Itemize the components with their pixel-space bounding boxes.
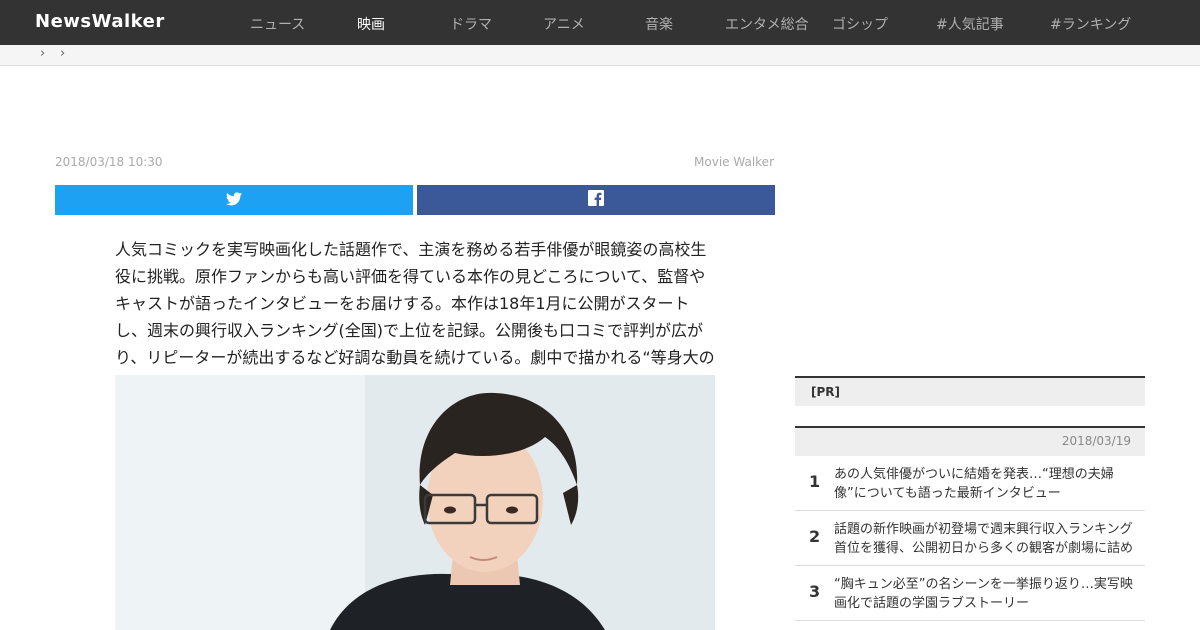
chevron-right-icon: › bbox=[40, 46, 46, 61]
nav-item-ranking[interactable]: #ランキング bbox=[1050, 14, 1131, 34]
article-source[interactable]: Movie Walker bbox=[694, 155, 774, 169]
article-date: 2018/03/18 10:30 bbox=[55, 155, 163, 169]
article-lead: 人気コミックを実写映画化した話題作で、主演を務める若手俳優が眼鏡姿の高校生役に挑… bbox=[115, 240, 715, 394]
ranking-item[interactable]: 3 “胸キュン必至”の名シーンを一挙振り返り…実写映画化で話題の学園ラブストーリ… bbox=[795, 566, 1145, 621]
ranking-title[interactable]: あの人気俳優がついに結婚を発表…“理想の夫婦像”についても語った最新インタビュー bbox=[834, 465, 1139, 503]
ranking-header: 2018/03/19 bbox=[795, 426, 1145, 456]
ranking-item[interactable]: 2 話題の新作映画が初登場で週末興行収入ランキング首位を獲得、公開初日から多くの… bbox=[795, 511, 1145, 566]
ranking-title[interactable]: “胸キュン必至”の名シーンを一挙振り返り…実写映画化で話題の学園ラブストーリー bbox=[834, 575, 1139, 613]
nav-item-gossip[interactable]: ゴシップ bbox=[832, 14, 888, 34]
twitter-icon bbox=[226, 191, 242, 210]
article-photo bbox=[115, 375, 715, 630]
facebook-share-button[interactable] bbox=[417, 185, 775, 215]
ranking-title[interactable]: 話題の新作映画が初登場で週末興行収入ランキング首位を獲得、公開初日から多くの観客… bbox=[834, 520, 1139, 558]
breadcrumb: › › bbox=[0, 45, 1200, 66]
top-navigation: NewsWalker ニュース 映画 ドラマ アニメ 音楽 エンタメ総合 ゴシッ… bbox=[0, 0, 1200, 45]
ranking-number: 1 bbox=[809, 472, 821, 491]
site-logo[interactable]: NewsWalker bbox=[35, 11, 165, 32]
ranking-list: 1 あの人気俳優がついに結婚を発表…“理想の夫婦像”についても語った最新インタビ… bbox=[795, 456, 1145, 621]
twitter-share-button[interactable] bbox=[55, 185, 413, 215]
ranking-item[interactable]: 1 あの人気俳優がついに結婚を発表…“理想の夫婦像”についても語った最新インタビ… bbox=[795, 456, 1145, 511]
nav-item-music[interactable]: 音楽 bbox=[645, 14, 673, 34]
nav-item-movie[interactable]: 映画 bbox=[357, 14, 385, 34]
facebook-icon bbox=[588, 190, 604, 210]
nav-item-drama[interactable]: ドラマ bbox=[450, 14, 492, 34]
sidebar-pr-header: [PR] bbox=[795, 376, 1145, 406]
pr-label: [PR] bbox=[811, 385, 841, 399]
nav-item-popular[interactable]: #人気記事 bbox=[936, 14, 1004, 34]
nav-item-entertainment[interactable]: エンタメ総合 bbox=[725, 14, 809, 34]
ranking-date: 2018/03/19 bbox=[1061, 434, 1131, 448]
nav-item-anime[interactable]: アニメ bbox=[543, 14, 585, 34]
chevron-right-icon: › bbox=[60, 46, 66, 61]
ranking-number: 3 bbox=[809, 582, 821, 601]
nav-item-news[interactable]: ニュース bbox=[250, 14, 305, 34]
ranking-number: 2 bbox=[809, 527, 821, 546]
